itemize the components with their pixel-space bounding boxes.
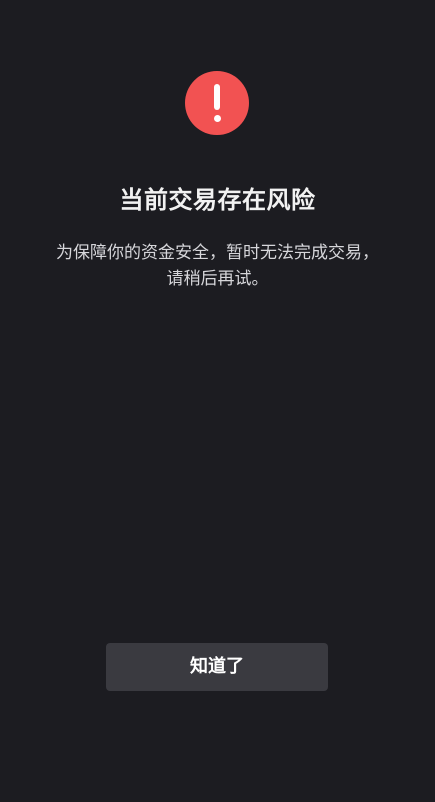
dialog-title: 当前交易存在风险 bbox=[119, 186, 316, 214]
exclamation-circle-icon bbox=[185, 71, 249, 135]
exclamation-dot bbox=[213, 115, 221, 122]
risk-warning-screen: 当前交易存在风险 为保障你的资金安全，暂时无法完成交易， 请稍后再试。 知道了 bbox=[0, 0, 435, 802]
dialog-message-line-2: 请稍后再试。 bbox=[166, 269, 269, 289]
got-it-button[interactable]: 知道了 bbox=[106, 643, 328, 691]
dialog-message: 为保障你的资金安全，暂时无法完成交易， 请稍后再试。 bbox=[10, 240, 425, 292]
exclamation-bar bbox=[214, 84, 220, 110]
dialog-message-line-1: 为保障你的资金安全，暂时无法完成交易， bbox=[56, 243, 379, 263]
